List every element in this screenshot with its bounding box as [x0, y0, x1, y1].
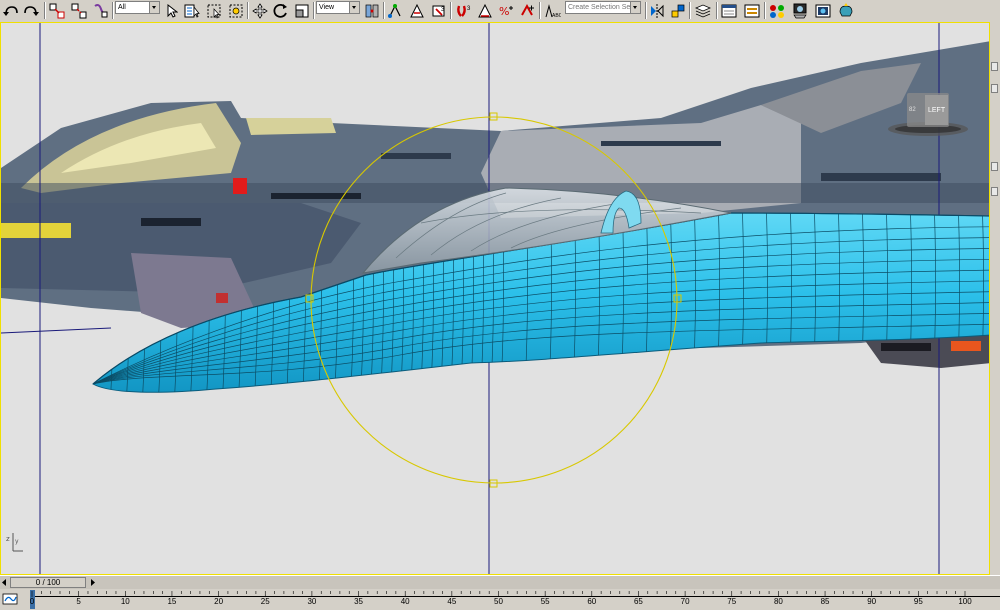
track-bar-tick-label: 70 — [680, 597, 690, 606]
svg-text:y: y — [15, 538, 19, 545]
panel-tab-4[interactable] — [991, 187, 998, 196]
panel-tab-3[interactable] — [991, 162, 998, 171]
viewcube[interactable] — [887, 93, 969, 141]
track-bar-tick-label: 90 — [867, 597, 877, 606]
select-object-icon[interactable] — [164, 1, 180, 20]
viewcube-face-label[interactable]: LEFT — [928, 107, 945, 114]
track-bar-tick-label: 45 — [447, 597, 457, 606]
named-selection-placeholder: Create Selection Set — [568, 4, 633, 11]
track-bar-tick-label: 0 — [29, 597, 35, 606]
track-bar[interactable]: 0 5 10 15 20 25 30 35 40 45 50 55 60 65 70 75 80 85 90 95 10… — [0, 589, 1000, 610]
select-and-rotate-icon[interactable] — [272, 1, 290, 20]
main-toolbar: All View 3 3 % ABC Create Selection Set — [0, 0, 1000, 23]
viewcube-corner-label: 82 — [909, 107, 916, 113]
select-and-manipulate-icon[interactable] — [386, 1, 404, 20]
panel-tab-2[interactable] — [991, 84, 998, 93]
time-slider-prev-button[interactable] — [0, 577, 9, 588]
track-bar-tick-label: 30 — [307, 597, 317, 606]
render-production-icon[interactable] — [836, 1, 856, 20]
track-bar-tick-label: 35 — [354, 597, 363, 606]
snaps-toggle-icon[interactable]: 3 — [430, 1, 448, 20]
track-bar-tick-label: 15 — [167, 597, 177, 606]
percent-snap-toggle-icon[interactable] — [476, 1, 494, 20]
abc-editor-icon[interactable]: ABC — [542, 1, 562, 20]
schematic-view-icon[interactable] — [767, 1, 787, 20]
svg-text:ABC: ABC — [552, 13, 561, 19]
track-bar-tick-label: 25 — [260, 597, 270, 606]
bind-to-space-warp-icon[interactable] — [92, 1, 110, 20]
track-bar-tick-label: 55 — [540, 597, 550, 606]
reference-coordinate-value: View — [319, 4, 335, 11]
edit-named-selection-sets-icon[interactable] — [518, 1, 536, 20]
track-bar-tick-label: 100 — [958, 597, 972, 606]
svg-text:%: % — [499, 5, 509, 18]
time-slider-next-button[interactable] — [88, 577, 97, 588]
track-bar-tick-label: 60 — [587, 597, 597, 606]
unlink-selection-icon[interactable] — [70, 1, 88, 20]
track-bar-tick-label: 95 — [913, 597, 923, 606]
track-bar-ruler[interactable]: 0 5 10 15 20 25 30 35 40 45 50 55 60 65 70 75 80 85 90 95 10… — [30, 589, 1000, 610]
layer-manager-icon[interactable] — [693, 1, 713, 20]
viewport-scene[interactable]: z y — [1, 23, 990, 575]
track-bar-tick-label: 40 — [400, 597, 410, 606]
time-slider[interactable]: 0 / 100 — [0, 575, 1000, 589]
rectangular-selection-region-icon[interactable] — [205, 1, 223, 20]
time-slider-label: 0 / 100 — [35, 578, 61, 587]
reference-coordinate-system[interactable]: View — [316, 1, 360, 14]
material-editor-icon[interactable] — [790, 1, 810, 20]
track-bar-tick-label: 5 — [76, 597, 81, 606]
command-panel-edge — [990, 22, 1000, 575]
track-bar-tick-label: 75 — [727, 597, 737, 606]
track-bar-tick-label: 65 — [633, 597, 643, 606]
mirror-icon[interactable] — [648, 1, 666, 20]
select-and-scale-icon[interactable] — [293, 1, 311, 20]
redo-icon[interactable] — [22, 1, 40, 20]
use-pivot-point-center-icon[interactable] — [363, 1, 381, 20]
align-icon[interactable] — [669, 1, 687, 20]
track-bar-tick-label: 20 — [214, 597, 224, 606]
track-bar-tick-label: 10 — [120, 597, 130, 606]
spinner-snap-toggle-icon[interactable]: % — [497, 1, 515, 20]
svg-text:z: z — [6, 535, 10, 543]
angle-snap-toggle-icon[interactable]: 3 — [454, 1, 474, 20]
curve-editor-icon[interactable] — [742, 1, 762, 20]
time-slider-thumb[interactable]: 0 / 100 — [10, 577, 86, 588]
render-setup-icon[interactable] — [813, 1, 833, 20]
named-selection-sets[interactable]: Create Selection Set — [565, 1, 641, 14]
select-and-link-icon[interactable] — [48, 1, 66, 20]
keyboard-shortcut-override-icon[interactable] — [408, 1, 426, 20]
select-by-name-icon[interactable] — [182, 1, 202, 20]
select-and-move-icon[interactable] — [251, 1, 269, 20]
left-viewport[interactable]: z y LEFT 82 — [0, 22, 990, 575]
undo-icon[interactable] — [2, 1, 20, 20]
graphite-modeling-tools-icon[interactable] — [719, 1, 739, 20]
svg-text:3: 3 — [467, 6, 471, 12]
track-bar-tick-label: 50 — [494, 597, 503, 606]
panel-tab-1[interactable] — [991, 62, 998, 71]
selection-filter[interactable]: All — [115, 1, 160, 14]
track-bar-tick-label: 80 — [773, 597, 783, 606]
window-crossing-icon[interactable] — [227, 1, 245, 20]
open-mini-curve-editor-icon[interactable] — [2, 591, 18, 607]
selection-filter-value: All — [118, 4, 126, 11]
track-bar-tick-label: 85 — [820, 597, 830, 606]
